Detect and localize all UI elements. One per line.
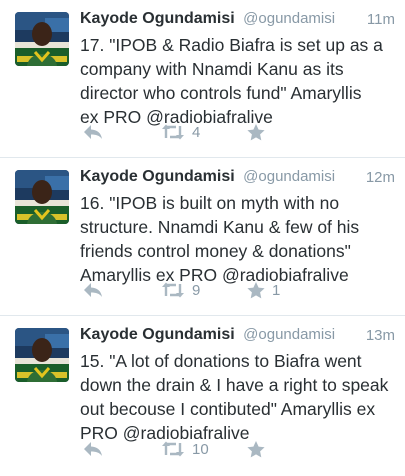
tweet-text-line: 16. "IPOB is built on myth with no [80, 193, 340, 213]
tweet-actions: 9 1 [82, 279, 382, 301]
like-icon [247, 281, 265, 298]
tweet[interactable]: Kayode Ogundamisi @ogundamisi 12m 16. "I… [0, 158, 405, 316]
avatar[interactable] [15, 328, 69, 382]
tweet-text-line: 15. "A lot of donations to Biafra went [80, 351, 362, 371]
author-handle[interactable]: @ogundamisi [243, 168, 335, 185]
reply-icon [84, 283, 102, 297]
avatar-image [15, 170, 69, 224]
retweet-count: 4 [192, 123, 201, 141]
author-name[interactable]: Kayode Ogundamisi [80, 326, 235, 343]
retweet-button[interactable]: 9 [160, 279, 200, 301]
like-icon [247, 440, 265, 457]
reply-button[interactable] [82, 121, 104, 143]
tweet-text-line: company with Nnamdi Kanu as its [80, 59, 344, 79]
tweet-text-line: friends control money & donations" [80, 241, 351, 261]
timestamp[interactable]: 13m [366, 327, 395, 344]
like-count: 1 [272, 281, 281, 299]
tweet-text-line: 17. "IPOB & Radio Biafra is set up as a [80, 35, 383, 55]
tweet-body: Kayode Ogundamisi @ogundamisi 12m 16. "I… [80, 168, 395, 287]
like-icon [247, 123, 265, 140]
tweet-header: Kayode Ogundamisi @ogundamisi 11m [80, 10, 395, 32]
timestamp[interactable]: 11m [367, 11, 395, 28]
tweet[interactable]: Kayode Ogundamisi @ogundamisi 13m 15. "A… [0, 316, 405, 474]
tweet-text-line: director who controls fund" Amaryllis [80, 83, 362, 103]
author-handle[interactable]: @ogundamisi [243, 10, 335, 27]
author-name[interactable]: Kayode Ogundamisi [80, 10, 235, 27]
like-button[interactable] [246, 121, 272, 143]
tweet-text-line: out becouse I contibuted" Amaryllis ex [80, 399, 376, 419]
retweet-count: 9 [192, 281, 201, 299]
tweet-text: 17. "IPOB & Radio Biafra is set up as a … [80, 33, 390, 129]
author-name[interactable]: Kayode Ogundamisi [80, 168, 235, 185]
avatar[interactable] [15, 170, 69, 224]
avatar-image [15, 12, 69, 66]
retweet-button[interactable]: 4 [160, 121, 200, 143]
tweet[interactable]: Kayode Ogundamisi @ogundamisi 11m 17. "I… [0, 0, 405, 158]
tweet-text: 16. "IPOB is built on myth with no struc… [80, 191, 390, 287]
retweet-button[interactable]: 10 [160, 438, 209, 460]
timeline: Kayode Ogundamisi @ogundamisi 11m 17. "I… [0, 0, 405, 474]
reply-button[interactable] [82, 438, 104, 460]
tweet-actions: 4 [82, 121, 382, 143]
reply-icon [84, 125, 102, 139]
tweet-header: Kayode Ogundamisi @ogundamisi 13m [80, 326, 395, 348]
reply-button[interactable] [82, 279, 104, 301]
author-handle[interactable]: @ogundamisi [243, 326, 335, 343]
reply-icon [84, 442, 102, 456]
tweet-body: Kayode Ogundamisi @ogundamisi 13m 15. "A… [80, 326, 395, 445]
avatar-image [15, 328, 69, 382]
retweet-count: 10 [192, 440, 209, 458]
like-button[interactable]: 1 [246, 279, 280, 301]
tweet-text-line: down the drain & I have a right to speak [80, 375, 389, 395]
like-button[interactable] [246, 438, 272, 460]
tweet-text-line: structure. Nnamdi Kanu & few of his [80, 217, 360, 237]
retweet-icon [162, 441, 184, 457]
retweet-icon [162, 124, 184, 140]
avatar[interactable] [15, 12, 69, 66]
tweet-actions: 10 [82, 438, 382, 460]
retweet-icon [162, 282, 184, 298]
timestamp[interactable]: 12m [366, 169, 395, 186]
tweet-text: 15. "A lot of donations to Biafra went d… [80, 349, 390, 445]
tweet-header: Kayode Ogundamisi @ogundamisi 12m [80, 168, 395, 190]
tweet-body: Kayode Ogundamisi @ogundamisi 11m 17. "I… [80, 10, 395, 129]
